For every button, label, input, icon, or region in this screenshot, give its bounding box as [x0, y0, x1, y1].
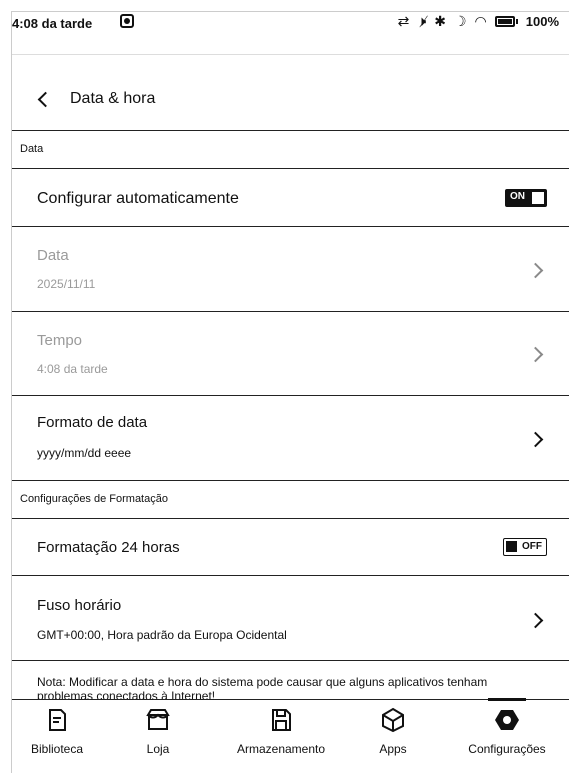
page-header: Data & hora [12, 78, 569, 126]
setting-auto-config[interactable]: Configurar automaticamente ON [12, 168, 569, 226]
battery-tip [515, 19, 518, 24]
section-label: Configurações de Formatação [20, 493, 168, 505]
setting-date[interactable]: Data 2025/11/11 [12, 226, 569, 311]
sync-icon: ⇄ [397, 13, 410, 29]
tab-label: Configurações [468, 742, 546, 756]
chevron-right-icon [527, 612, 544, 629]
status-time: 4:08 da tarde [12, 16, 93, 31]
tab-store[interactable]: Loja [108, 700, 208, 756]
library-icon [49, 709, 66, 731]
setting-value: 4:08 da tarde [37, 362, 108, 376]
setting-title: Configurar automaticamente [37, 190, 239, 207]
toggle-label: OFF [522, 541, 542, 552]
section-header-data: Data [12, 130, 569, 168]
chevron-left-icon [37, 91, 54, 108]
status-divider [12, 54, 569, 55]
setting-value: GMT+00:00, Hora padrão da Europa Ocident… [37, 628, 287, 642]
setting-date-format[interactable]: Formato de data yyyy/mm/dd eeee [12, 395, 569, 480]
mute-icon: 🕨̸ [417, 13, 427, 29]
setting-timezone[interactable]: Fuso horário GMT+00:00, Hora padrão da E… [12, 575, 569, 660]
setting-title: Tempo [37, 332, 83, 349]
auto-config-toggle[interactable]: ON [505, 189, 547, 207]
setting-value: yyyy/mm/dd eeee [37, 446, 132, 460]
toggle-label: ON [510, 191, 525, 202]
battery-percent: 100% [525, 14, 559, 29]
chevron-right-icon [527, 262, 544, 279]
setting-time[interactable]: Tempo 4:08 da tarde [12, 311, 569, 395]
tab-settings[interactable]: Configurações [457, 700, 557, 756]
setting-title: Formatação 24 horas [37, 539, 180, 556]
setting-24-hour[interactable]: Formatação 24 horas OFF [12, 518, 569, 575]
apps-icon [382, 707, 404, 733]
section-label: Data [20, 143, 44, 155]
note-text: Nota: Modificar a data e hora do sistema… [37, 675, 488, 703]
bottom-nav: Biblioteca Loja Armazenamento Apps Confi… [12, 698, 569, 773]
status-icons: ⇄ 🕨̸ ✱ ☽ ◠ 100% [398, 13, 559, 30]
tab-label: Loja [146, 742, 170, 756]
tab-label: Biblioteca [30, 742, 84, 756]
setting-value: 2025/11/11 [37, 277, 96, 291]
toggle-knob [532, 192, 544, 204]
chevron-right-icon [527, 346, 544, 363]
tab-apps[interactable]: Apps [343, 700, 443, 756]
battery-icon [494, 16, 515, 27]
setting-title: Fuso horário [37, 597, 122, 614]
back-button[interactable] [37, 90, 65, 111]
toggle-knob [506, 541, 517, 552]
bluetooth-icon: ✱ [434, 13, 446, 29]
tab-label: Armazenamento [236, 742, 326, 756]
store-icon [146, 709, 170, 730]
setting-title: Formato de data [37, 414, 148, 431]
tab-storage[interactable]: Armazenamento [231, 700, 331, 756]
wifi-icon: ◠ [474, 13, 487, 29]
reader-app-icon [120, 14, 134, 28]
page-title: Data & hora [70, 90, 156, 107]
hour24-toggle[interactable]: OFF [503, 538, 547, 556]
tab-label: Apps [379, 742, 407, 756]
info-note: Nota: Modificar a data e hora do sistema… [12, 660, 569, 703]
moon-icon: ☽ [453, 13, 467, 29]
chevron-right-icon [527, 431, 544, 448]
tab-library[interactable]: Biblioteca [7, 700, 107, 756]
storage-icon [272, 709, 291, 731]
section-header-format: Configurações de Formatação [12, 480, 569, 518]
setting-title: Data [37, 247, 69, 264]
settings-icon [495, 710, 519, 730]
